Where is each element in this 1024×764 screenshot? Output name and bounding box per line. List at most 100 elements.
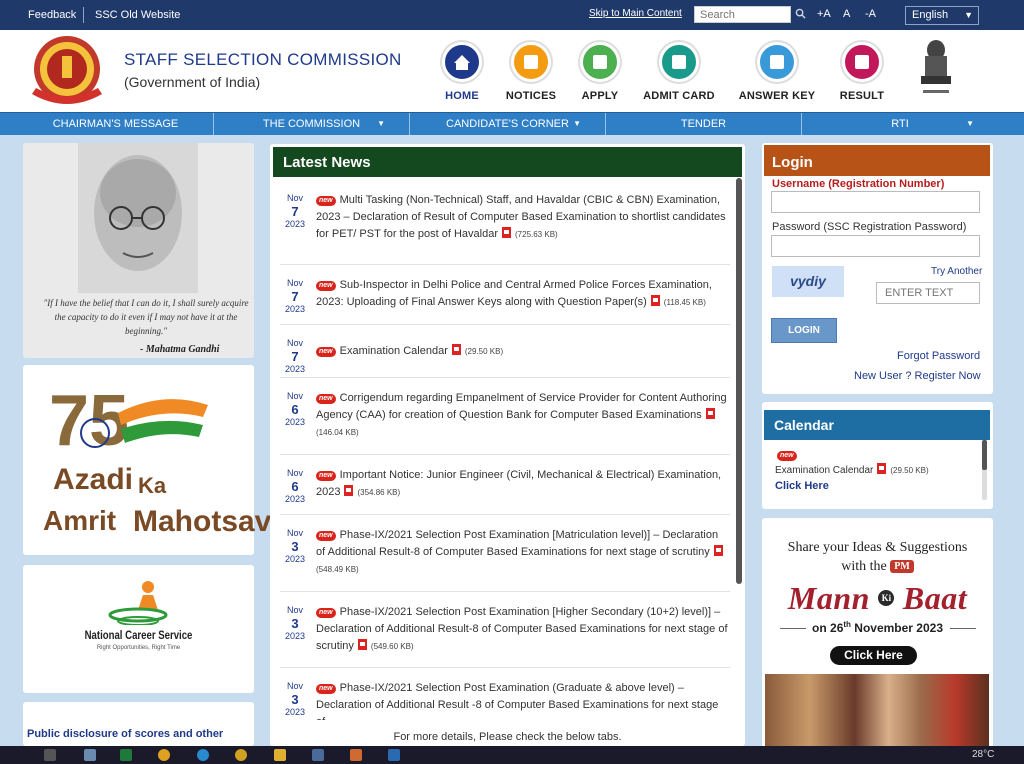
username-input[interactable] [771, 191, 980, 213]
app-icon[interactable] [84, 749, 96, 761]
azadi-ka-amrit-mahotsav-banner[interactable]: 75 Azadi Ka Amrit Mahotsav [23, 365, 271, 555]
ncs-logo [108, 581, 168, 625]
language-value: English [912, 9, 949, 21]
top-bar: Feedback SSC Old Website Skip to Main Co… [0, 0, 1024, 30]
org-subtitle: (Government of India) [124, 74, 261, 90]
pdf-icon[interactable] [713, 545, 723, 556]
quick-nav-label: ANSWER KEY [738, 90, 816, 102]
news-item[interactable]: Nov 6 2023 new Corrigendum regarding Empane… [280, 378, 730, 455]
quick-nav-label: APPLY [581, 90, 619, 102]
news-item[interactable]: Nov 3 2023 new Phase-IX/2021 Selection Post… [280, 515, 730, 592]
news-date: Nov 7 2023 [284, 193, 306, 229]
nav-tender[interactable]: TENDER [606, 113, 802, 135]
pdf-icon[interactable] [705, 408, 715, 419]
weather-temp: 28°C [972, 749, 995, 760]
try-another-captcha-link[interactable]: Try Another [931, 266, 982, 277]
chrome-icon[interactable] [158, 749, 170, 761]
news-item[interactable]: Nov 7 2023 new Multi Tasking (Non-Technical… [280, 180, 730, 265]
mkb-click-here-button[interactable]: Click Here [830, 646, 917, 665]
apply-icon [580, 42, 620, 82]
news-item[interactable]: Nov 3 2023 new Phase-IX/2021 Selection Post… [280, 668, 730, 720]
mkb-ki-badge: Ki [878, 590, 895, 606]
news-date: Nov 7 2023 [284, 338, 306, 374]
nav-candidates-corner[interactable]: CANDIDATE'S CORNER ▼ [410, 113, 606, 135]
captcha-input[interactable] [876, 282, 980, 304]
forgot-password-link[interactable]: Forgot Password [897, 350, 980, 362]
search-icon[interactable] [795, 8, 806, 19]
font-increase-button[interactable]: +A [817, 8, 831, 20]
admit-card-icon [659, 42, 699, 82]
calendar-scrollbar[interactable] [982, 440, 987, 470]
chevron-down-icon: ▼ [377, 119, 385, 128]
pdf-icon[interactable] [451, 344, 461, 355]
mkb-photo [765, 674, 989, 748]
edge-icon[interactable] [197, 749, 209, 761]
font-normal-button[interactable]: A [843, 8, 850, 20]
news-scrollbar[interactable] [736, 178, 742, 584]
mkb-line2: with the PM [762, 559, 993, 575]
gandhi-portrait [78, 143, 198, 293]
azadi-75-logo: 75 [49, 381, 208, 461]
password-label: Password (SSC Registration Password) [772, 221, 967, 233]
ssc-logo[interactable] [22, 32, 112, 110]
nav-label: TENDER [680, 118, 727, 130]
mkb-date: on 26th November 2023 [812, 620, 943, 635]
news-text: new Multi Tasking (Non-Technical) Staff, … [316, 194, 726, 240]
news-more-text: For more details, Please check the below… [393, 731, 622, 743]
new-badge: new [777, 451, 797, 461]
news-item[interactable]: Nov 6 2023 new Important Notice: Junior Eng… [280, 455, 730, 515]
pdf-icon[interactable] [357, 639, 367, 650]
nav-the-commission[interactable]: THE COMMISSION ▼ [214, 113, 410, 135]
news-item[interactable]: Nov 7 2023 new Examination Calendar (29.50 K… [280, 325, 730, 378]
calendar-title: Calendar [764, 410, 990, 440]
nav-chairmans-message[interactable]: CHAIRMAN'S MESSAGE [18, 113, 214, 135]
quick-nav-label: RESULT [839, 90, 885, 102]
excel-icon[interactable] [120, 749, 132, 761]
register-link[interactable]: New User ? Register Now [854, 370, 981, 382]
news-item[interactable]: Nov 3 2023 new Phase-IX/2021 Selection Post… [280, 592, 730, 668]
calculator-icon[interactable] [312, 749, 324, 761]
calendar-click-here-link[interactable]: Click Here [775, 480, 829, 492]
app-icon[interactable] [350, 749, 362, 761]
site-header: STAFF SELECTION COMMISSION (Government o… [0, 30, 1024, 112]
app-icon[interactable] [235, 749, 247, 761]
quick-nav-admit-card[interactable]: ADMIT CARD [634, 42, 724, 102]
quick-nav-answer-key[interactable]: ANSWER KEY [732, 42, 822, 102]
azadi-ka-text: Ka [138, 473, 167, 498]
news-text: new Phase-IX/2021 Selection Post Examinat… [316, 527, 728, 578]
pdf-icon[interactable] [650, 295, 660, 306]
news-list: Nov 7 2023 new Multi Tasking (Non-Technical… [280, 180, 732, 720]
news-item[interactable]: Nov 7 2023 new Sub-Inspector in Delhi Polic… [280, 265, 730, 325]
quick-nav-result[interactable]: RESULT [817, 42, 907, 102]
pdf-icon[interactable] [877, 463, 887, 474]
divider [83, 7, 84, 23]
news-text: new Sub-Inspector in Delhi Police and Cen… [316, 279, 712, 308]
app-icon[interactable] [388, 749, 400, 761]
ncs-tagline: Right Opportunities, Right Time [96, 645, 181, 651]
chevron-down-icon: ▼ [964, 10, 973, 20]
pdf-icon[interactable] [502, 227, 511, 238]
search-input[interactable] [694, 6, 791, 23]
home-icon [442, 42, 482, 82]
old-website-link[interactable]: SSC Old Website [95, 9, 180, 21]
task-view-icon[interactable] [44, 749, 56, 761]
pdf-icon[interactable] [344, 485, 354, 496]
quote-author: - Mahatma Gandhi [140, 344, 220, 355]
public-disclosure-link[interactable]: Public disclosure of scores and other [27, 728, 223, 740]
password-input[interactable] [771, 235, 980, 257]
news-text: new Phase-IX/2021 Selection Post Examinat… [316, 606, 728, 652]
news-date: Nov 6 2023 [284, 391, 306, 427]
calendar-item[interactable]: Examination Calendar (29.50 KB) [775, 463, 929, 476]
username-label: Username (Registration Number) [772, 178, 945, 190]
nav-rti[interactable]: RTI ▼ [802, 113, 998, 135]
font-decrease-button[interactable]: -A [865, 8, 876, 20]
news-text: new Important Notice: Junior Engineer (Ci… [316, 469, 722, 498]
org-title: STAFF SELECTION COMMISSION [124, 50, 402, 69]
quick-nav-apply[interactable]: APPLY [555, 42, 645, 102]
file-explorer-icon[interactable] [274, 749, 286, 761]
login-button[interactable]: LOGIN [771, 318, 837, 343]
skip-to-content-link[interactable]: Skip to Main Content [589, 8, 682, 19]
language-select[interactable]: English ▼ [905, 6, 979, 25]
new-badge: new [316, 196, 336, 206]
feedback-link[interactable]: Feedback [28, 9, 76, 21]
